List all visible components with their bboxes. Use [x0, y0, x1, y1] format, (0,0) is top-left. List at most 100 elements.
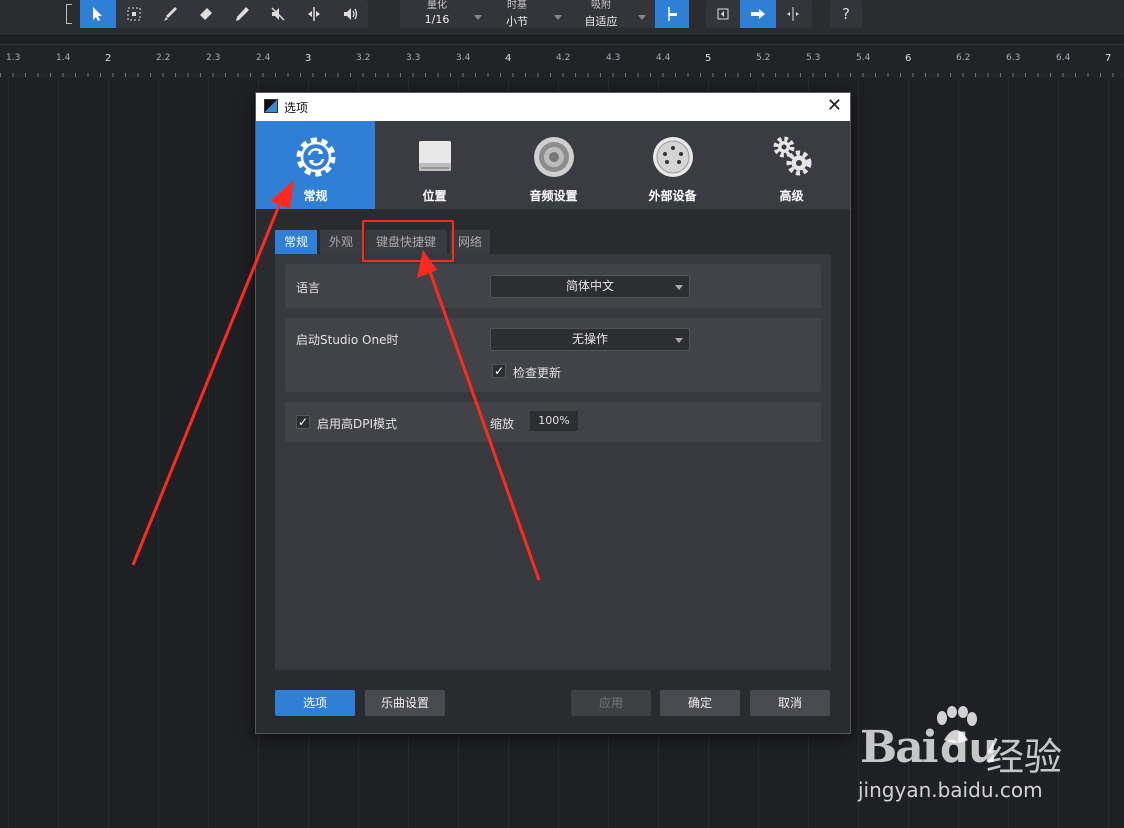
settings-panel: 语言 简体中文 启动Studio One时 无操作 ✓ 检查更新 ✓ 启用高DP… — [275, 254, 831, 670]
timebase-value: 小节 — [506, 15, 528, 28]
help-button[interactable]: ? — [830, 0, 862, 28]
baidu-watermark: Bai du 经验 jingyan.baidu.com — [858, 704, 1068, 808]
ruler-label: 6.2 — [956, 53, 971, 63]
pencil-tool-icon[interactable] — [224, 0, 260, 28]
quantize-select[interactable]: 量化 1/16 — [404, 0, 484, 28]
ruler-label: 6 — [905, 53, 912, 64]
ruler-label: 5.4 — [856, 53, 871, 63]
chevron-down-icon — [675, 338, 683, 343]
category-label: 常规 — [303, 189, 328, 203]
language-label: 语言 — [296, 281, 321, 295]
speaker-icon — [533, 137, 574, 177]
split-tool-icon[interactable] — [296, 0, 332, 28]
cancel-button[interactable]: 取消 — [750, 690, 830, 716]
ruler-label: 5 — [705, 53, 712, 64]
timeline-ruler[interactable]: 1.3 1.4 2 2.2 2.3 2.4 3 3.2 3.3 3.4 4 4.… — [0, 44, 1124, 78]
category-label: 位置 — [422, 189, 447, 203]
close-icon[interactable]: ✕ — [827, 96, 842, 116]
chevron-down-icon — [474, 15, 482, 20]
category-external-devices[interactable]: 外部设备 — [613, 121, 732, 209]
check-update-checkbox[interactable]: ✓ — [492, 364, 506, 378]
ruler-label: 5.2 — [756, 53, 771, 63]
snap-label: 吸附 — [591, 0, 611, 11]
gear-sync-icon — [296, 137, 335, 177]
settings-content: 常规 外观 键盘快捷键 网络 语言 简体中文 启动Studio One时 无操作 — [275, 230, 831, 670]
tab-general[interactable]: 常规 — [275, 230, 317, 254]
dpi-section: ✓ 启用高DPI模式 缩放 100% — [285, 402, 821, 442]
quantize-value: 1/16 — [424, 13, 450, 26]
ruler-label: 4.4 — [656, 53, 671, 63]
ruler-label: 4 — [505, 53, 512, 64]
timebase-select[interactable]: 时基 小节 — [484, 0, 564, 28]
watermark-url: jingyan.baidu.com — [858, 778, 1043, 802]
quantize-group: 量化 1/16 时基 小节 吸附 自适应 — [400, 0, 656, 28]
insert-mode-icon[interactable] — [706, 0, 740, 28]
ruler-label: 6.3 — [1006, 53, 1021, 63]
category-bar: 常规 位置 音频设置 外部设备 高级 — [256, 121, 850, 209]
ruler-ticks — [0, 73, 1124, 77]
language-value: 简体中文 — [565, 279, 614, 293]
startup-select[interactable]: 无操作 — [490, 328, 690, 351]
split-mode-icon[interactable] — [776, 0, 810, 28]
tool-group — [80, 0, 368, 28]
toolbar-bracket — [66, 4, 72, 24]
ruler-label: 4.2 — [556, 53, 571, 63]
listen-tool-icon[interactable] — [332, 0, 368, 28]
ruler-label: 1.4 — [56, 53, 71, 63]
paint-tool-icon[interactable] — [152, 0, 188, 28]
drive-icon — [418, 141, 451, 171]
snap-toggle-button[interactable] — [655, 0, 689, 28]
timebase-label: 时基 — [507, 0, 527, 11]
check-update-label: 检查更新 — [513, 366, 562, 380]
ruler-label: 2.4 — [256, 53, 271, 63]
ruler-label: 7 — [1105, 53, 1112, 64]
snap-select[interactable]: 吸附 自适应 — [568, 0, 648, 28]
ruler-label: 2.2 — [156, 53, 171, 63]
ruler-label: 5.3 — [806, 53, 821, 63]
daw-window: 量化 1/16 时基 小节 吸附 自适应 ? 1.3 1.4 2 2.2 2.3… — [0, 0, 1124, 828]
options-dialog: 选项 ✕ 常规 位置 音频设置 外部设备 高级 常规 外观 键盘快捷键 网络 语… — [255, 92, 851, 734]
dialog-titlebar: 选项 ✕ — [256, 93, 850, 121]
app-logo-icon — [264, 99, 278, 113]
startup-value: 无操作 — [571, 332, 608, 346]
category-audio[interactable]: 音频设置 — [494, 121, 613, 209]
language-select[interactable]: 简体中文 — [490, 275, 690, 298]
edit-mode-group — [706, 0, 812, 28]
options-button[interactable]: 选项 — [275, 690, 355, 716]
eraser-tool-icon[interactable] — [188, 0, 224, 28]
category-locations[interactable]: 位置 — [375, 121, 494, 209]
help-group: ? — [830, 0, 862, 28]
startup-label: 启动Studio One时 — [296, 333, 399, 347]
arrow-tool-icon[interactable] — [80, 0, 116, 28]
snap-value: 自适应 — [584, 15, 618, 28]
mute-tool-icon[interactable] — [260, 0, 296, 28]
apply-button[interactable]: 应用 — [571, 690, 651, 716]
startup-section: 启动Studio One时 无操作 ✓ 检查更新 — [285, 318, 821, 392]
tab-network[interactable]: 网络 — [450, 230, 490, 254]
midi-connector-icon — [652, 137, 693, 177]
chevron-down-icon — [554, 15, 562, 20]
quantize-label: 量化 — [427, 0, 447, 11]
ripple-mode-icon[interactable] — [740, 0, 776, 28]
range-tool-icon[interactable] — [116, 0, 152, 28]
ok-button[interactable]: 确定 — [660, 690, 740, 716]
zoom-field[interactable]: 100% — [530, 411, 578, 431]
category-label: 外部设备 — [648, 189, 697, 203]
ruler-label: 4.3 — [606, 53, 621, 63]
chevron-down-icon — [638, 15, 646, 20]
ruler-label: 2 — [105, 53, 112, 64]
song-settings-button[interactable]: 乐曲设置 — [365, 690, 445, 716]
high-dpi-checkbox[interactable]: ✓ — [296, 415, 310, 429]
language-section: 语言 简体中文 — [285, 264, 821, 308]
chevron-down-icon — [675, 285, 683, 290]
dialog-title: 选项 — [284, 101, 309, 115]
category-label: 音频设置 — [529, 189, 578, 203]
gears-icon — [773, 136, 811, 176]
ruler-label: 3.4 — [456, 53, 471, 63]
category-general[interactable]: 常规 — [256, 121, 375, 209]
tab-appearance[interactable]: 外观 — [320, 230, 362, 254]
ruler-label: 1.3 — [6, 53, 21, 63]
category-label: 高级 — [779, 189, 804, 203]
ruler-label: 3.2 — [356, 53, 371, 63]
category-advanced[interactable]: 高级 — [732, 121, 851, 209]
